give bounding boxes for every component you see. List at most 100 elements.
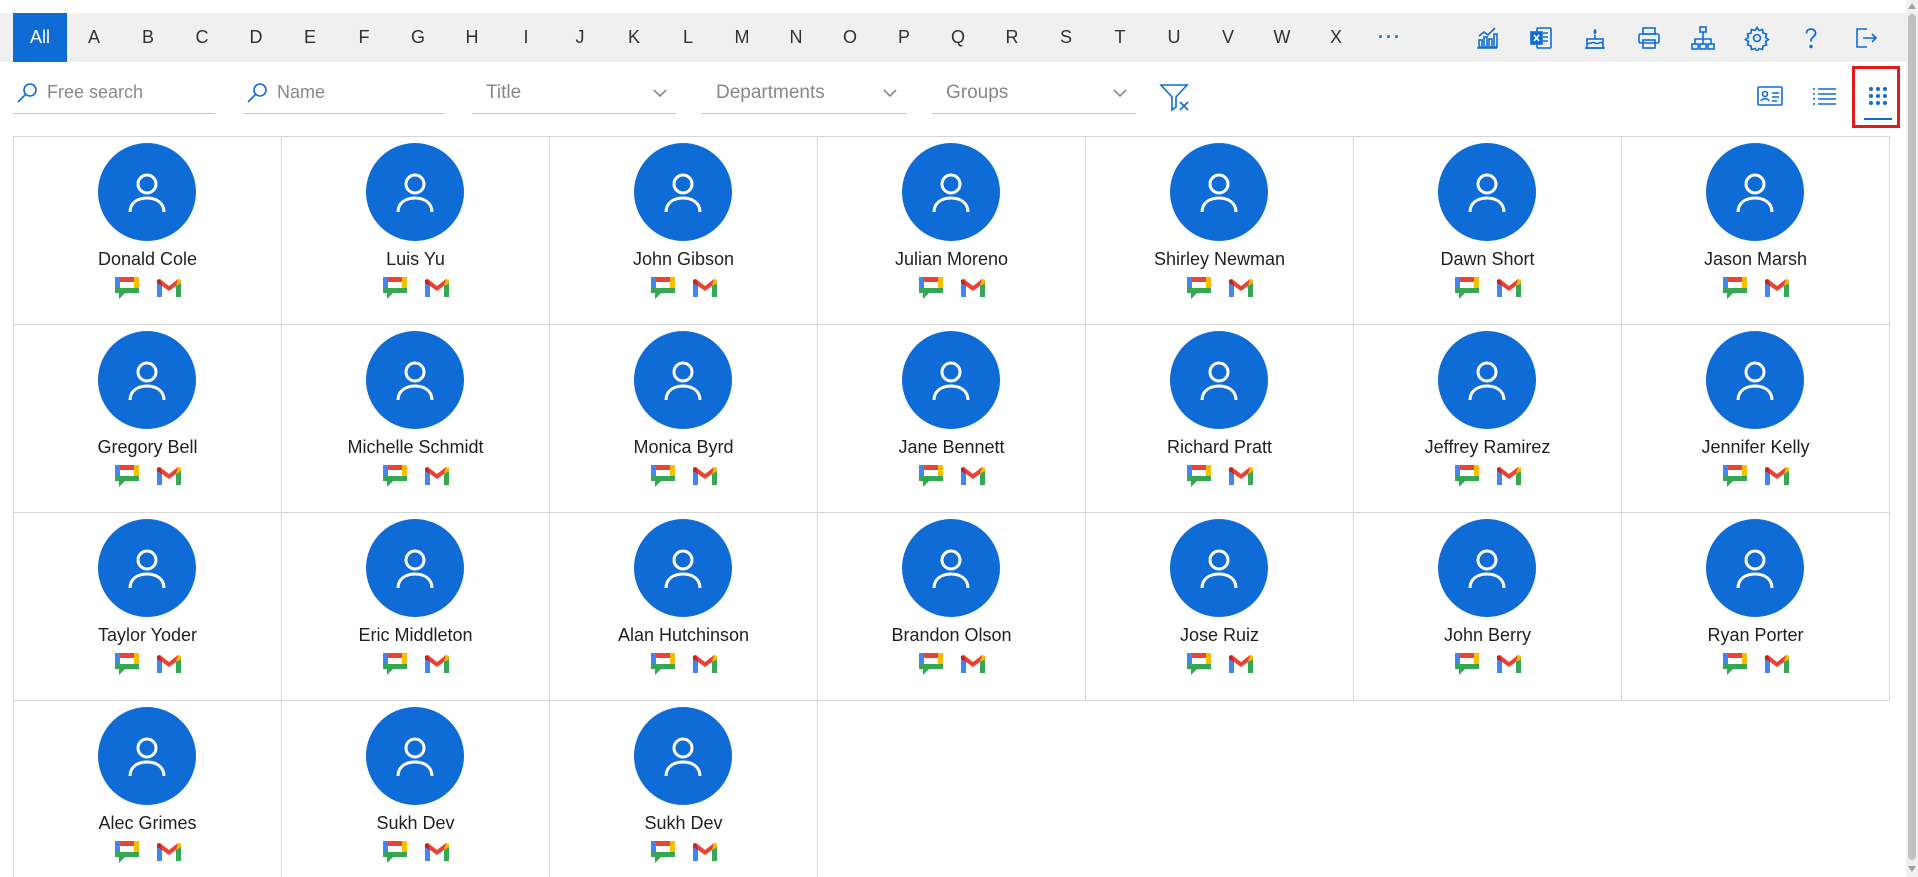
person-name[interactable]: Luis Yu: [282, 249, 549, 270]
person-card[interactable]: Donald Cole: [13, 136, 282, 325]
person-card[interactable]: Eric Middleton: [281, 512, 550, 701]
letter-filter-k[interactable]: K: [607, 13, 661, 62]
avatar[interactable]: [1706, 519, 1804, 617]
avatar[interactable]: [366, 143, 464, 241]
person-card[interactable]: Julian Moreno: [817, 136, 1086, 325]
google-chat-icon[interactable]: [1453, 463, 1481, 489]
person-name[interactable]: Alec Grimes: [14, 813, 281, 834]
gmail-icon[interactable]: [691, 839, 719, 865]
avatar[interactable]: [902, 331, 1000, 429]
letter-filter-m[interactable]: M: [715, 13, 769, 62]
avatar[interactable]: [634, 143, 732, 241]
person-card[interactable]: Luis Yu: [281, 136, 550, 325]
gmail-icon[interactable]: [423, 463, 451, 489]
person-name[interactable]: Taylor Yoder: [14, 625, 281, 646]
gmail-icon[interactable]: [1227, 275, 1255, 301]
groups-dropdown[interactable]: Groups: [932, 72, 1136, 114]
free-search-input[interactable]: [47, 82, 215, 103]
person-name[interactable]: Sukh Dev: [550, 813, 817, 834]
google-chat-icon[interactable]: [1453, 651, 1481, 677]
person-name[interactable]: Richard Pratt: [1086, 437, 1353, 458]
person-card[interactable]: John Berry: [1353, 512, 1622, 701]
letter-filter-t[interactable]: T: [1093, 13, 1147, 62]
avatar[interactable]: [634, 707, 732, 805]
gmail-icon[interactable]: [1227, 651, 1255, 677]
avatar[interactable]: [98, 519, 196, 617]
person-card[interactable]: Jose Ruiz: [1085, 512, 1354, 701]
google-chat-icon[interactable]: [381, 839, 409, 865]
analytics-icon[interactable]: [1460, 13, 1514, 62]
letter-filter-b[interactable]: B: [121, 13, 175, 62]
google-chat-icon[interactable]: [917, 275, 945, 301]
person-card[interactable]: Jeffrey Ramirez: [1353, 324, 1622, 513]
avatar[interactable]: [902, 143, 1000, 241]
letter-filter-o[interactable]: O: [823, 13, 877, 62]
person-name[interactable]: Sukh Dev: [282, 813, 549, 834]
scroll-down-arrow[interactable]: [1908, 866, 1916, 872]
person-name[interactable]: Julian Moreno: [818, 249, 1085, 270]
letter-filter-all[interactable]: All: [13, 13, 67, 62]
more-letters-button[interactable]: ···: [1363, 13, 1417, 62]
avatar[interactable]: [366, 707, 464, 805]
person-card[interactable]: Jane Bennett: [817, 324, 1086, 513]
letter-filter-i[interactable]: I: [499, 13, 553, 62]
letter-filter-d[interactable]: D: [229, 13, 283, 62]
person-name[interactable]: Eric Middleton: [282, 625, 549, 646]
letter-filter-h[interactable]: H: [445, 13, 499, 62]
scroll-thumb[interactable]: [1908, 14, 1916, 860]
person-card[interactable]: Dawn Short: [1353, 136, 1622, 325]
settings-gear-icon[interactable]: [1730, 13, 1784, 62]
gmail-icon[interactable]: [691, 463, 719, 489]
clear-filter-icon[interactable]: [1158, 80, 1192, 114]
person-name[interactable]: Jeffrey Ramirez: [1354, 437, 1621, 458]
print-icon[interactable]: [1622, 13, 1676, 62]
letter-filter-q[interactable]: Q: [931, 13, 985, 62]
person-name[interactable]: Gregory Bell: [14, 437, 281, 458]
google-chat-icon[interactable]: [1721, 275, 1749, 301]
person-card[interactable]: Alec Grimes: [13, 700, 282, 877]
google-chat-icon[interactable]: [381, 275, 409, 301]
person-name[interactable]: John Berry: [1354, 625, 1621, 646]
gmail-icon[interactable]: [959, 651, 987, 677]
gmail-icon[interactable]: [155, 463, 183, 489]
google-chat-icon[interactable]: [649, 463, 677, 489]
help-icon[interactable]: [1784, 13, 1838, 62]
letter-filter-u[interactable]: U: [1147, 13, 1201, 62]
person-card[interactable]: Sukh Dev: [281, 700, 550, 877]
letter-filter-n[interactable]: N: [769, 13, 823, 62]
person-name[interactable]: Jane Bennett: [818, 437, 1085, 458]
gmail-icon[interactable]: [1495, 275, 1523, 301]
google-chat-icon[interactable]: [113, 651, 141, 677]
google-chat-icon[interactable]: [1185, 463, 1213, 489]
person-card[interactable]: Gregory Bell: [13, 324, 282, 513]
letter-filter-s[interactable]: S: [1039, 13, 1093, 62]
gmail-icon[interactable]: [691, 651, 719, 677]
cake-icon[interactable]: [1568, 13, 1622, 62]
avatar[interactable]: [1706, 331, 1804, 429]
avatar[interactable]: [902, 519, 1000, 617]
person-name[interactable]: Alan Hutchinson: [550, 625, 817, 646]
google-chat-icon[interactable]: [917, 651, 945, 677]
letter-filter-l[interactable]: L: [661, 13, 715, 62]
avatar[interactable]: [1438, 519, 1536, 617]
vertical-scrollbar[interactable]: [1906, 0, 1918, 877]
person-name[interactable]: Monica Byrd: [550, 437, 817, 458]
google-chat-icon[interactable]: [649, 651, 677, 677]
org-chart-icon[interactable]: [1676, 13, 1730, 62]
google-chat-icon[interactable]: [381, 463, 409, 489]
list-view-icon[interactable]: [1804, 76, 1844, 116]
person-card[interactable]: John Gibson: [549, 136, 818, 325]
letter-filter-w[interactable]: W: [1255, 13, 1309, 62]
gmail-icon[interactable]: [423, 839, 451, 865]
gmail-icon[interactable]: [959, 275, 987, 301]
google-chat-icon[interactable]: [1185, 651, 1213, 677]
person-name[interactable]: John Gibson: [550, 249, 817, 270]
departments-dropdown[interactable]: Departments: [702, 72, 906, 114]
person-name[interactable]: Ryan Porter: [1622, 625, 1889, 646]
gmail-icon[interactable]: [1495, 651, 1523, 677]
gmail-icon[interactable]: [155, 275, 183, 301]
gmail-icon[interactable]: [1763, 275, 1791, 301]
title-dropdown[interactable]: Title: [472, 72, 676, 114]
gmail-icon[interactable]: [1227, 463, 1255, 489]
person-name[interactable]: Jennifer Kelly: [1622, 437, 1889, 458]
